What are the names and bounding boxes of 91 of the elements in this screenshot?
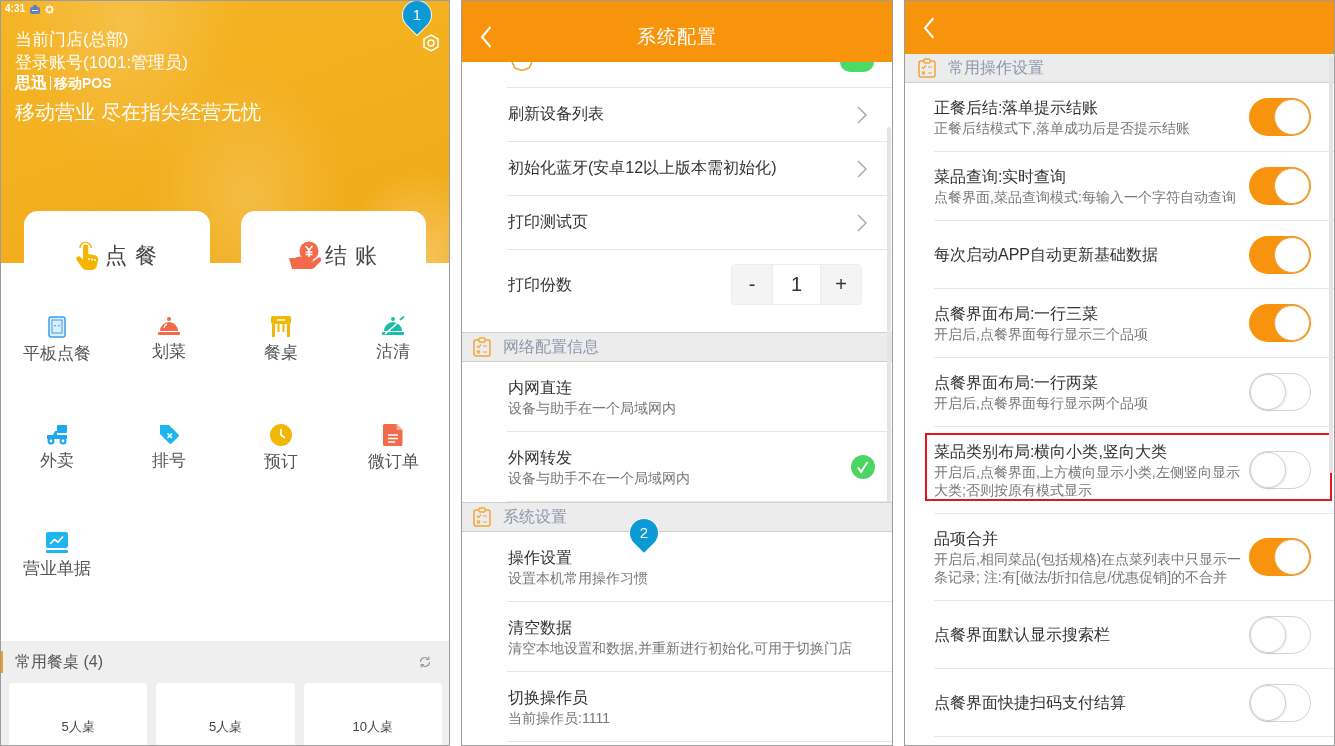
option-title: 操作设置 xyxy=(508,547,572,568)
logo-brand-text: 思迅 xyxy=(15,74,47,92)
option-description: 设备与助手在一个局域网内 xyxy=(508,398,676,417)
tag-icon xyxy=(158,424,180,445)
option-title: 切换操作员 xyxy=(508,687,588,708)
setting-title: 点餐界面布局:一行三菜 xyxy=(934,304,1099,324)
toggle-switch[interactable] xyxy=(1249,304,1311,342)
screen-title: 系统配置 xyxy=(637,24,717,49)
feature-button[interactable]: 营业单据 xyxy=(23,532,91,579)
section-title: 常用餐桌 (4) xyxy=(15,652,103,672)
badge-icon xyxy=(511,62,533,71)
section-title: 常用操作设置 xyxy=(948,57,1044,78)
table-icon xyxy=(270,316,292,337)
slogan-text: 移动营业 尽在指尖经营无忧 xyxy=(15,100,261,125)
table-card[interactable]: 5人桌 xyxy=(156,683,295,745)
option-description: 当前操作员:1111 xyxy=(508,708,610,727)
setting-title: 品项合并 xyxy=(934,529,998,549)
option-description: 设置本机常用操作习惯 xyxy=(508,568,648,587)
chart-icon xyxy=(46,532,68,553)
setting-title: 点餐界面布局:一行两菜 xyxy=(934,373,1099,393)
chevron-left-icon xyxy=(923,16,935,39)
setting-description: 点餐界面,菜品查询模式:每输入一个字符自动查询 xyxy=(934,188,1236,206)
setting-title: 菜品查询:实时查询 xyxy=(934,167,1067,187)
feature-button[interactable]: 微订单 xyxy=(367,424,419,472)
setting-title: 菜品类别布局:横向小类,竖向大类 xyxy=(934,442,1167,462)
settings-icon xyxy=(422,34,440,52)
status-time: 4:31 xyxy=(5,3,25,15)
tablet-icon xyxy=(48,316,66,338)
decrement-button[interactable]: - xyxy=(732,265,772,304)
quantity-value: 1 xyxy=(772,265,821,304)
option-description: 清空本地设置和数据,并重新进行初始化,可用于切换门店 xyxy=(508,638,852,657)
feature-button[interactable]: 平板点餐 xyxy=(23,316,91,364)
settings-button[interactable] xyxy=(422,34,440,52)
cloche-slash-icon xyxy=(381,316,405,336)
section-title: 系统设置 xyxy=(503,506,567,527)
chevron-left-icon xyxy=(480,25,492,48)
clipboard-icon xyxy=(473,337,491,357)
tray-icon xyxy=(30,4,40,14)
hand-coin-icon xyxy=(288,241,321,270)
logo-product-text: 移动POS xyxy=(54,74,112,92)
toggle-switch[interactable] xyxy=(1249,538,1311,576)
toggle-switch[interactable] xyxy=(840,62,874,72)
option-title: 内网直连 xyxy=(508,377,572,398)
check-icon xyxy=(851,454,875,479)
clipboard-icon xyxy=(918,58,936,78)
account-text: 登录账号(1001:管理员) xyxy=(15,52,188,74)
table-card[interactable]: 10人桌 xyxy=(303,683,442,745)
section-title: 网络配置信息 xyxy=(503,336,599,357)
clock-icon xyxy=(270,424,292,446)
setting-title: 点餐界面默认显示搜索栏 xyxy=(934,624,1110,645)
clipboard-icon xyxy=(473,507,491,527)
scooter-icon xyxy=(46,424,68,445)
setting-description: 开启后,点餐界面每行显示两个品项 xyxy=(934,394,1148,412)
table-card[interactable]: 5人桌 xyxy=(9,683,148,745)
setting-description: 正餐后结模式下,落单成功后是否提示结账 xyxy=(934,119,1190,137)
setting-description: 开启后,相同菜品(包括规格)在点菜列表中只显示一条记录; 注:有[做法/折扣信息/优惠促销]的不合并 xyxy=(934,550,1243,586)
option-title: 清空数据 xyxy=(508,617,572,638)
setting-title: 点餐界面快捷扫码支付结算 xyxy=(934,692,1126,713)
chevron-right-icon xyxy=(857,105,867,124)
option-title: 外网转发 xyxy=(508,447,572,468)
refresh-icon[interactable] xyxy=(419,656,431,668)
cloche-icon xyxy=(158,316,180,336)
feature-button[interactable]: 划菜 xyxy=(152,316,186,362)
settings-item[interactable]: 切换操作员 当前操作员:1111 xyxy=(507,672,892,742)
toggle-switch[interactable] xyxy=(1249,683,1311,722)
setting-description: 开启后,点餐界面,上方横向显示小类,左侧竖向显示大类;否则按原有模式显示 xyxy=(934,463,1241,499)
document-icon xyxy=(383,424,403,446)
settings-item[interactable]: 清空数据 清空本地设置和数据,并重新进行初始化,可用于切换门店 xyxy=(507,602,892,672)
setting-title: 每次启动APP自动更新基础数据 xyxy=(934,244,1158,265)
toggle-switch[interactable] xyxy=(1249,373,1311,411)
setting-title: 正餐后结:落单提示结账 xyxy=(934,98,1099,118)
chevron-right-icon xyxy=(857,159,867,178)
toggle-switch[interactable] xyxy=(1249,167,1311,205)
feature-button[interactable]: 排号 xyxy=(152,424,186,471)
setting-description: 开启后,点餐界面每行显示三个品项 xyxy=(934,325,1148,343)
feature-button[interactable]: 预订 xyxy=(264,424,298,472)
toggle-switch[interactable] xyxy=(1249,98,1311,136)
store-name-text: 当前门店(总部) xyxy=(15,29,129,51)
toggle-switch[interactable] xyxy=(1249,615,1311,654)
chevron-right-icon xyxy=(857,213,867,232)
gear-icon xyxy=(45,4,54,14)
toggle-switch[interactable] xyxy=(1249,235,1311,274)
back-button[interactable] xyxy=(923,16,935,39)
back-button[interactable] xyxy=(480,25,492,48)
toggle-switch[interactable] xyxy=(1249,451,1311,489)
option-description: 设备与助手不在一个局域网内 xyxy=(508,468,690,487)
feature-button[interactable]: 外卖 xyxy=(40,424,74,471)
increment-button[interactable]: + xyxy=(821,265,861,304)
setting-label: 打印份数 xyxy=(508,275,572,295)
feature-button[interactable]: 沽清 xyxy=(376,316,410,362)
feature-button[interactable]: 餐桌 xyxy=(264,316,298,363)
